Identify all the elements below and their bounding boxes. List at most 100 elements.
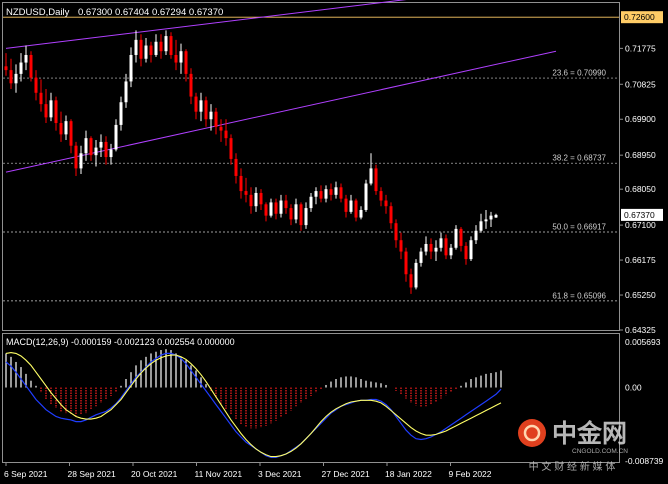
candle-bear bbox=[404, 251, 408, 275]
date-tick-label: 6 Sep 2021 bbox=[4, 469, 48, 479]
candle-bear bbox=[214, 111, 218, 127]
fib-label: 61.8 = 0.65096 bbox=[552, 291, 606, 300]
candle-bear bbox=[344, 198, 348, 212]
candle-bear bbox=[339, 187, 343, 199]
candle-bear bbox=[409, 274, 413, 288]
candle-bear bbox=[149, 45, 153, 55]
macd-header: MACD(12,26,9) -0.000159 -0.002123 0.0025… bbox=[6, 337, 235, 347]
candle-bear bbox=[299, 204, 303, 226]
price-tick-label: 0.66175 bbox=[625, 255, 656, 265]
candle-bull bbox=[269, 202, 273, 216]
candle-bull bbox=[304, 208, 308, 226]
price-tick-label: 0.69900 bbox=[625, 114, 656, 124]
candle-bear bbox=[9, 70, 13, 84]
candle-bear bbox=[244, 191, 248, 195]
candle-bear bbox=[374, 168, 378, 192]
candle-bull bbox=[64, 121, 68, 135]
date-tick-label: 9 Feb 2022 bbox=[449, 469, 492, 479]
candle-bear bbox=[444, 238, 448, 256]
date-tick-label: 3 Dec 2021 bbox=[258, 469, 302, 479]
candle-bear bbox=[229, 138, 233, 159]
macd-tick-label: -0.008739 bbox=[625, 456, 664, 466]
candle-bull bbox=[164, 36, 168, 52]
candle-bear bbox=[89, 138, 93, 156]
candle-bear bbox=[104, 141, 108, 158]
current-price-label: 0.67370 bbox=[624, 210, 655, 220]
resistance-level-label: 0.72600 bbox=[624, 12, 655, 22]
candle-bear bbox=[399, 240, 403, 252]
candle-bull bbox=[254, 192, 258, 207]
candle-bear bbox=[59, 123, 63, 135]
candle-bull bbox=[209, 111, 213, 120]
price-tick-label: 0.67100 bbox=[625, 220, 656, 230]
candle-bear bbox=[429, 243, 433, 252]
candle-bear bbox=[329, 189, 333, 195]
date-tick-label: 11 Nov 2021 bbox=[195, 469, 243, 479]
fib-label: 50.0 = 0.66917 bbox=[552, 223, 606, 232]
macd-tick-label: 0.005693 bbox=[625, 337, 661, 347]
date-tick-label: 28 Sep 2021 bbox=[68, 469, 116, 479]
candle-bear bbox=[4, 66, 8, 71]
watermark-site: CNGOLD.COM.CN bbox=[572, 448, 628, 455]
macd-tick-label: 0.00 bbox=[625, 383, 642, 393]
candle-bull bbox=[199, 100, 203, 112]
candle-bull bbox=[324, 189, 328, 199]
price-tick-label: 0.65250 bbox=[625, 290, 656, 300]
chart-canvas: 23.6 = 0.70990 38.2 = 0.68737 50.0 = 0.669… bbox=[0, 0, 668, 484]
candle-bull bbox=[14, 73, 18, 84]
candle-bull bbox=[359, 209, 363, 218]
candle-bull bbox=[49, 100, 53, 118]
candle-bull bbox=[279, 200, 283, 214]
candle-bull bbox=[434, 247, 438, 252]
candle-bull bbox=[454, 228, 458, 248]
candle-bull bbox=[154, 41, 158, 55]
candle-bear bbox=[264, 204, 268, 216]
price-tick-label: 0.64325 bbox=[625, 325, 656, 335]
candle-bear bbox=[189, 73, 193, 97]
candle-bear bbox=[239, 175, 243, 192]
candle-bull bbox=[494, 214, 498, 218]
price-tick-label: 0.68050 bbox=[625, 184, 656, 194]
candle-bull bbox=[134, 39, 138, 55]
date-tick-label: 20 Oct 2021 bbox=[131, 469, 178, 479]
candle-bull bbox=[479, 221, 483, 231]
candle-bear bbox=[459, 228, 463, 246]
candle-bear bbox=[54, 100, 58, 124]
ohlc-values: 0.67300 0.67404 0.67294 0.67370 bbox=[78, 7, 223, 18]
candle-bear bbox=[34, 77, 38, 93]
chart-header: NZDUSD,Daily 0.67300 0.67404 0.67294 0.6… bbox=[6, 7, 223, 18]
candle-bear bbox=[44, 104, 48, 118]
candle-bull bbox=[489, 215, 493, 220]
symbol-timeframe: NZDUSD,Daily bbox=[6, 7, 70, 18]
candle-bear bbox=[389, 206, 393, 224]
candle-bear bbox=[354, 200, 358, 218]
candle-bear bbox=[319, 191, 323, 199]
candle-bear bbox=[289, 208, 293, 220]
candle-bull bbox=[109, 149, 113, 158]
candle-bull bbox=[94, 147, 98, 156]
candle-bull bbox=[99, 141, 103, 148]
candle-bear bbox=[464, 245, 468, 260]
candle-bull bbox=[439, 238, 443, 248]
candle-bull bbox=[119, 102, 123, 125]
candle-bull bbox=[414, 262, 418, 288]
candle-bear bbox=[39, 92, 43, 105]
candle-bear bbox=[224, 130, 228, 139]
candle-bull bbox=[449, 247, 453, 256]
candle-bull bbox=[469, 240, 473, 260]
candle-bull bbox=[474, 230, 478, 241]
candle-bull bbox=[364, 183, 368, 210]
candle-bear bbox=[234, 158, 238, 176]
candle-bull bbox=[419, 251, 423, 263]
candle-bull bbox=[369, 168, 373, 184]
candle-bull bbox=[79, 153, 83, 169]
candle-bear bbox=[249, 194, 253, 207]
candle-bear bbox=[274, 202, 278, 214]
candle-bull bbox=[314, 191, 318, 197]
candle-bear bbox=[69, 121, 73, 146]
candle-bull bbox=[84, 138, 88, 154]
candle-bull bbox=[19, 62, 23, 74]
candle-bull bbox=[334, 187, 338, 195]
date-tick-label: 27 Dec 2021 bbox=[322, 469, 370, 479]
fib-label: 38.2 = 0.68737 bbox=[552, 154, 606, 163]
